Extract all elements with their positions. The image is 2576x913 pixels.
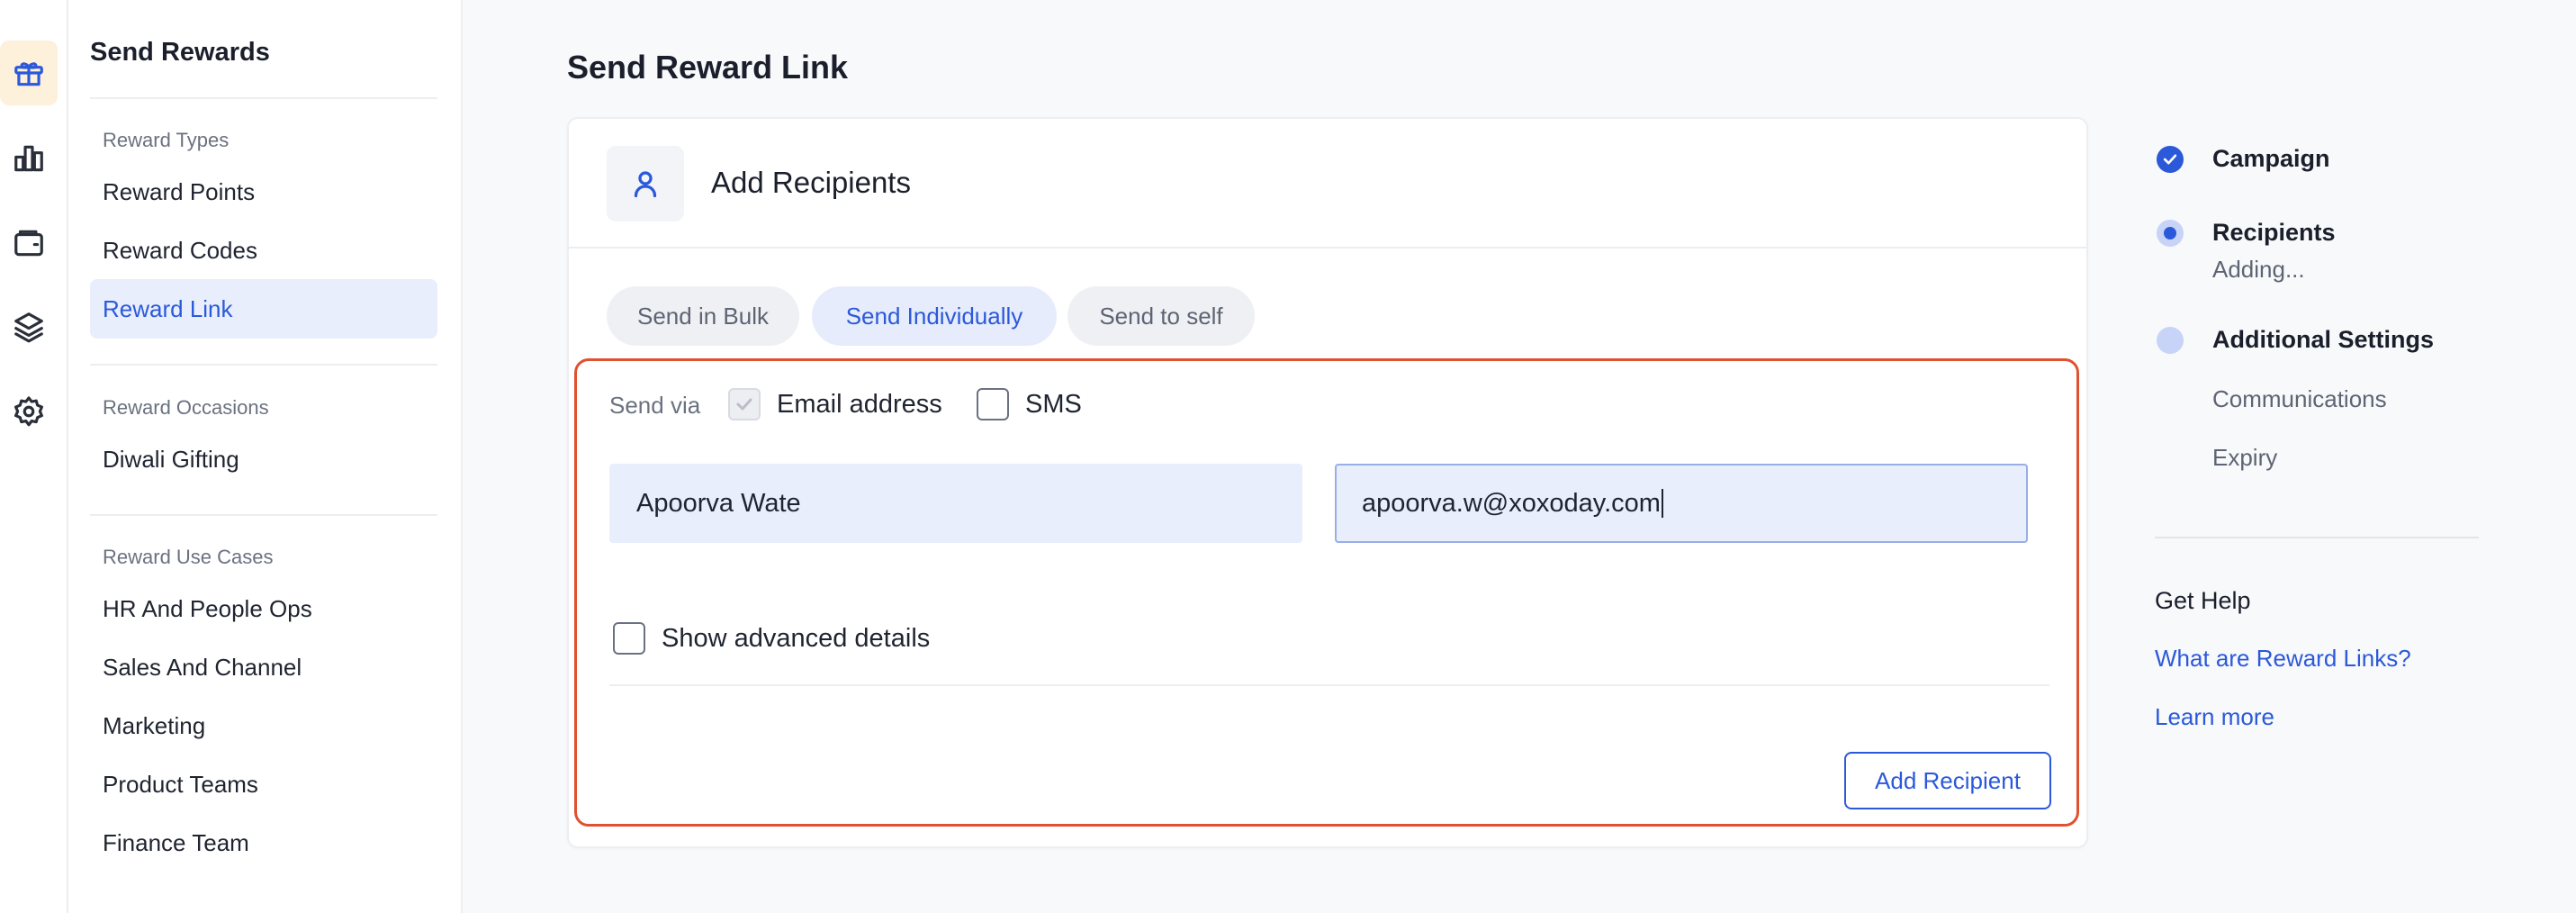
wallet-icon <box>14 230 43 257</box>
rail-rewards-button[interactable] <box>0 41 58 105</box>
section-label-reward-types: Reward Types <box>103 129 230 151</box>
avatar <box>607 146 684 221</box>
step-recipients-subtitle: Adding... <box>2212 256 2305 283</box>
tab-send-to-self[interactable]: Send to self <box>1067 286 1255 346</box>
sidebar-item-finance-team[interactable]: Finance Team <box>90 813 437 872</box>
sidebar-item-reward-points[interactable]: Reward Points <box>90 162 437 221</box>
gear-icon <box>14 396 43 427</box>
section-label-reward-use-cases: Reward Use Cases <box>103 546 274 568</box>
sidebar-item-product-teams[interactable]: Product Teams <box>90 755 437 814</box>
step-communications[interactable]: Communications <box>2212 385 2387 413</box>
rail-settings-button[interactable] <box>0 379 58 444</box>
step-recipients-status <box>2157 220 2184 247</box>
sidebar-item-diwali-gifting[interactable]: Diwali Gifting <box>90 429 437 489</box>
page-title: Send Reward Link <box>567 49 849 86</box>
rail-analytics-button[interactable] <box>0 126 58 191</box>
step-additional-settings-status <box>2157 327 2184 354</box>
gift-icon <box>14 62 43 86</box>
step-additional-settings[interactable]: Additional Settings <box>2212 326 2434 354</box>
card-header: Add Recipients <box>569 119 2086 249</box>
text-caret <box>1661 489 1663 518</box>
tab-send-in-bulk[interactable]: Send in Bulk <box>607 286 799 346</box>
email-input-value: apoorva.w@xoxoday.com <box>1362 488 1661 518</box>
icon-rail <box>0 0 68 913</box>
layers-icon <box>14 312 43 343</box>
sidebar-item-reward-link[interactable]: Reward Link <box>90 279 437 339</box>
rail-wallet-button[interactable] <box>0 211 58 276</box>
sms-checkbox[interactable] <box>977 388 1009 420</box>
add-recipients-card: Add Recipients Send in Bulk Send Individ… <box>567 117 2088 848</box>
sidebar-divider <box>90 364 437 366</box>
name-input-value: Apoorva Wate <box>636 488 801 518</box>
help-divider <box>2155 537 2479 538</box>
step-campaign[interactable]: Campaign <box>2212 145 2330 173</box>
user-icon <box>634 171 657 198</box>
sidebar-divider <box>90 514 437 516</box>
sidebar-divider <box>90 97 437 99</box>
sidebar-item-hr-people-ops[interactable]: HR And People Ops <box>90 579 437 638</box>
sidebar: Send Rewards Reward Types Reward Points … <box>68 0 463 913</box>
sms-checkbox-label: SMS <box>1025 390 1082 419</box>
email-checkbox-label: Email address <box>777 390 942 419</box>
sidebar-item-marketing[interactable]: Marketing <box>90 696 437 755</box>
advanced-details-label: Show advanced details <box>662 624 931 653</box>
tab-send-individually[interactable]: Send Individually <box>812 286 1057 346</box>
send-via-label: Send via <box>609 392 701 419</box>
rail-catalog-button[interactable] <box>0 294 58 359</box>
check-icon <box>2163 154 2177 165</box>
email-input[interactable]: apoorva.w@xoxoday.com <box>1335 464 2028 543</box>
sidebar-title: Send Rewards <box>90 38 270 67</box>
step-campaign-status <box>2157 146 2184 173</box>
advanced-details-checkbox[interactable] <box>613 622 645 655</box>
email-checkbox[interactable] <box>728 388 761 420</box>
card-title: Add Recipients <box>711 166 911 199</box>
section-label-reward-occasions: Reward Occasions <box>103 396 269 419</box>
help-title: Get Help <box>2155 587 2251 614</box>
step-recipients[interactable]: Recipients <box>2212 219 2336 247</box>
help-link-learn-more[interactable]: Learn more <box>2155 703 2274 731</box>
form-divider <box>609 684 2049 686</box>
name-input[interactable]: Apoorva Wate <box>609 464 1302 543</box>
recipient-form: Send via Email address SMS Apoorva Wate … <box>574 358 2079 827</box>
add-recipient-button[interactable]: Add Recipient <box>1844 752 2051 809</box>
sidebar-item-sales-channel[interactable]: Sales And Channel <box>90 637 437 697</box>
help-link-what-are-reward-links[interactable]: What are Reward Links? <box>2155 645 2411 673</box>
sidebar-item-reward-codes[interactable]: Reward Codes <box>90 221 437 280</box>
checkmark-icon <box>736 398 752 411</box>
step-expiry[interactable]: Expiry <box>2212 444 2277 472</box>
bar-chart-icon <box>14 145 43 172</box>
